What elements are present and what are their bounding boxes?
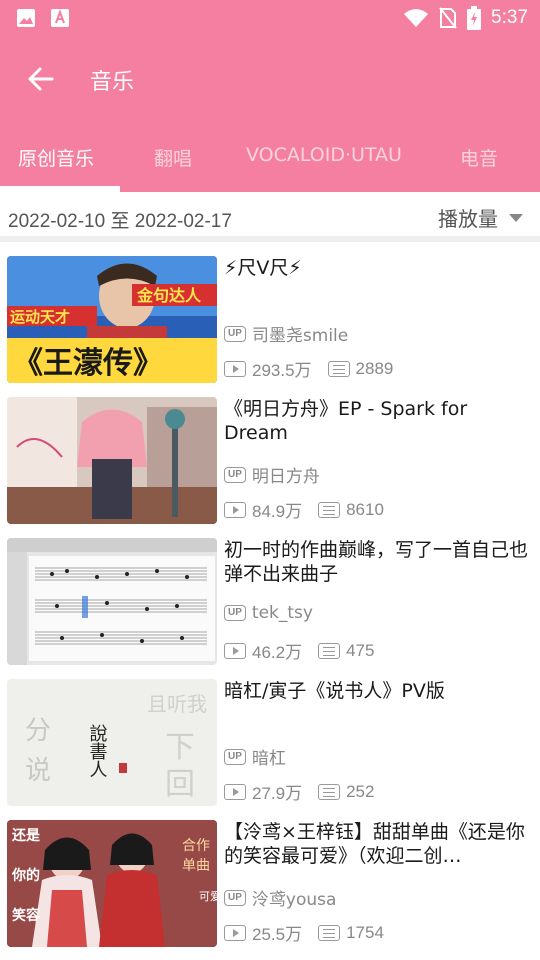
svg-text:合作: 合作	[182, 838, 210, 854]
tab-bar: 原创音乐 翻唱 VOCALOID·UTAU 电音	[0, 120, 540, 192]
video-item[interactable]: 金句达人 运动天才 《王濛传》 ⚡尺V尺⚡ UP 司墨尧smile 293.5万…	[0, 248, 540, 383]
danmaku-count-icon	[318, 501, 341, 518]
svg-text:下: 下	[165, 730, 195, 765]
thumbnail-caption: 《王濛传》	[13, 346, 163, 381]
play-count: 46.2万	[252, 643, 303, 662]
back-arrow-icon[interactable]	[24, 62, 58, 96]
tab-vocaloid-utau[interactable]: VOCALOID·UTAU	[246, 144, 402, 166]
filter-bar: 2022-02-10 至 2022-02-17 播放量	[0, 192, 540, 242]
video-title[interactable]: 《明日方舟》EP - Spark for Dream	[224, 397, 536, 445]
battery-icon	[467, 6, 482, 30]
svg-text:金句达人: 金句达人	[136, 286, 202, 305]
page-title: 音乐	[90, 70, 135, 95]
dropdown-arrow-icon	[509, 213, 523, 222]
up-badge-icon: UP	[224, 605, 246, 621]
uploader[interactable]: UP 明日方舟	[224, 462, 320, 487]
play-count: 25.5万	[252, 925, 303, 944]
tab-cover[interactable]: 翻唱	[154, 144, 192, 171]
uploader-name: 明日方舟	[251, 467, 320, 487]
play-count: 84.9万	[252, 502, 303, 521]
uploader-name: 泠鸢yousa	[251, 890, 337, 910]
no-sim-icon	[439, 7, 457, 29]
up-badge-icon: UP	[224, 889, 246, 906]
uploader[interactable]: UP 泠鸢yousa	[224, 885, 336, 910]
play-count: 27.9万	[252, 784, 303, 803]
video-item[interactable]: 分 说 且听我 下 回 說書人 暗杠/寅子《说书人》PV版 UP 暗杠 27.9…	[0, 671, 540, 806]
play-count: 293.5万	[252, 361, 312, 380]
danmaku-count-icon	[318, 924, 341, 941]
svg-text:还是: 还是	[11, 827, 41, 844]
svg-text:可爱: 可爱	[199, 890, 217, 903]
video-thumbnail: 金句达人 运动天才 《王濛传》	[7, 256, 217, 383]
danmaku-count: 252	[346, 781, 375, 801]
svg-text:说: 说	[25, 756, 51, 786]
svg-text:且听我: 且听我	[147, 692, 207, 716]
danmaku-count: 1754	[346, 922, 384, 942]
video-thumbnail	[7, 397, 217, 524]
uploader[interactable]: UP 暗杠	[224, 744, 286, 769]
app-notification-icon	[51, 9, 69, 27]
video-title[interactable]: ⚡尺V尺⚡	[224, 256, 536, 280]
svg-text:笑容: 笑容	[12, 907, 40, 924]
video-stats: 293.5万 2889	[224, 356, 409, 381]
svg-text:单曲: 单曲	[182, 858, 210, 874]
play-count-icon	[224, 501, 246, 518]
danmaku-count: 475	[346, 640, 375, 660]
video-info: ⚡尺V尺⚡ UP 司墨尧smile 293.5万 2889	[224, 256, 536, 383]
video-stats: 25.5万 1754	[224, 920, 400, 945]
date-range[interactable]: 2022-02-10 至 2022-02-17	[8, 206, 232, 233]
video-title[interactable]: 【泠鸢×王梓钰】甜甜单曲《还是你的笑容最可爱》（欢迎二创…	[224, 820, 536, 868]
wifi-icon	[404, 9, 429, 27]
uploader-name: 暗杠	[251, 749, 286, 769]
danmaku-count-icon	[327, 360, 350, 377]
video-item[interactable]: 《明日方舟》EP - Spark for Dream UP 明日方舟 84.9万…	[0, 389, 540, 524]
app-bar: 音乐	[0, 36, 540, 120]
danmaku-count-icon	[318, 783, 341, 800]
status-bar: 5:37	[0, 0, 540, 36]
sort-label: 播放量	[438, 207, 498, 231]
video-item[interactable]: 还是 你的 笑容 合作 单曲 可爱 【泠鸢×王梓钰】甜甜单曲《还是你的笑容最可爱…	[0, 812, 540, 947]
uploader[interactable]: UP 司墨尧smile	[224, 321, 348, 346]
video-stats: 27.9万 252	[224, 779, 390, 804]
up-badge-icon: UP	[224, 325, 246, 342]
svg-text:分: 分	[25, 716, 51, 746]
uploader-name: 司墨尧smile	[251, 326, 349, 346]
svg-text:回: 回	[165, 767, 195, 802]
video-item[interactable]: 初一时的作曲巅峰，写了一首自己也弹不出来曲子 UP tek_tsy 46.2万 …	[0, 530, 540, 665]
video-info: 暗杠/寅子《说书人》PV版 UP 暗杠 27.9万 252	[224, 679, 536, 806]
video-info: 《明日方舟》EP - Spark for Dream UP 明日方舟 84.9万…	[224, 397, 536, 524]
video-stats: 84.9万 8610	[224, 497, 400, 522]
sort-dropdown[interactable]: 播放量	[438, 203, 524, 232]
play-count-icon	[224, 924, 246, 941]
video-thumbnail	[7, 538, 217, 665]
tab-original-music[interactable]: 原创音乐	[18, 144, 94, 171]
up-badge-icon: UP	[224, 748, 246, 765]
svg-text:說書人: 說書人	[87, 724, 108, 778]
danmaku-count: 8610	[346, 499, 384, 519]
danmaku-count-icon	[318, 642, 341, 659]
video-thumbnail: 分 说 且听我 下 回 說書人	[7, 679, 217, 806]
status-time: 5:37	[491, 7, 528, 28]
video-thumbnail: 还是 你的 笑容 合作 单曲 可爱	[7, 820, 217, 947]
play-count-icon	[224, 360, 246, 377]
danmaku-count: 2889	[355, 358, 394, 378]
play-count-icon	[224, 642, 246, 659]
video-info: 初一时的作曲巅峰，写了一首自己也弹不出来曲子 UP tek_tsy 46.2万 …	[224, 538, 536, 665]
up-badge-icon: UP	[224, 466, 246, 483]
svg-text:你的: 你的	[11, 867, 40, 884]
uploader[interactable]: UP tek_tsy	[224, 603, 313, 623]
svg-text:运动天才: 运动天才	[10, 308, 70, 326]
video-stats: 46.2万 475	[224, 638, 390, 663]
tab-electronic[interactable]: 电音	[460, 144, 498, 171]
uploader-name: tek_tsy	[251, 603, 313, 623]
video-title[interactable]: 初一时的作曲巅峰，写了一首自己也弹不出来曲子	[224, 538, 536, 586]
video-title[interactable]: 暗杠/寅子《说书人》PV版	[224, 679, 536, 703]
gallery-icon	[17, 9, 35, 27]
play-count-icon	[224, 783, 246, 800]
video-info: 【泠鸢×王梓钰】甜甜单曲《还是你的笑容最可爱》（欢迎二创… UP 泠鸢yousa…	[224, 820, 536, 947]
